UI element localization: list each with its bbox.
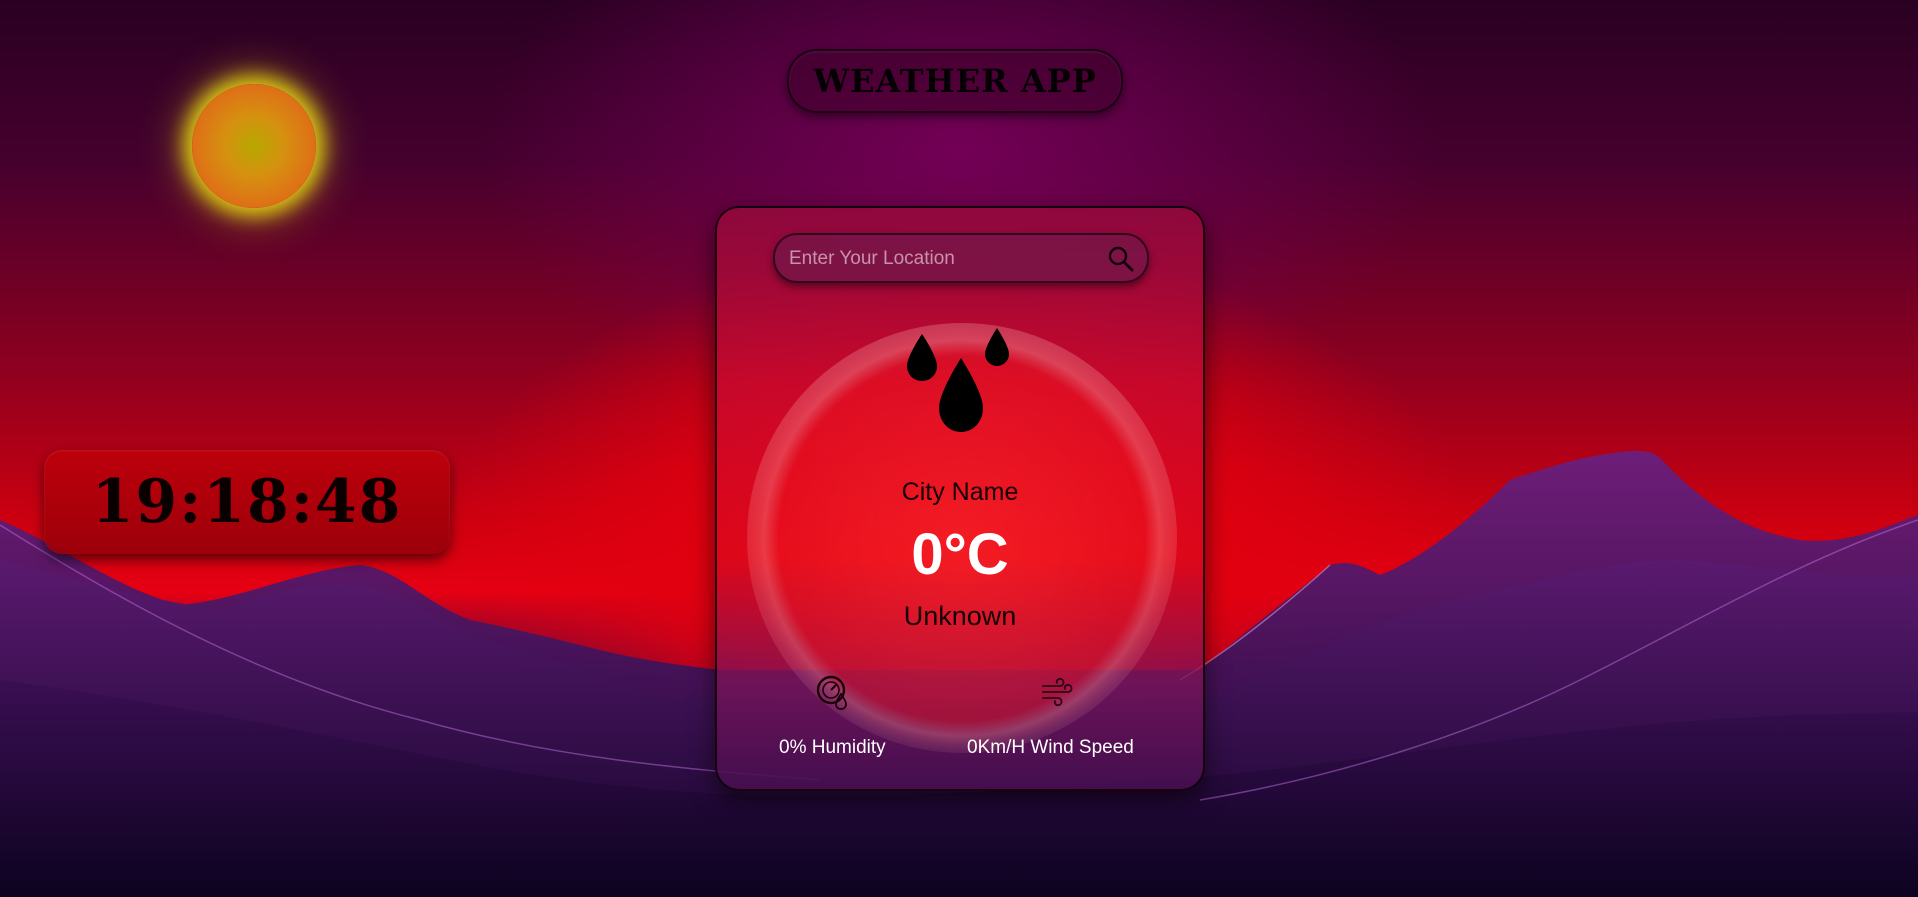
sun-icon	[192, 84, 316, 208]
wind-speed-label: 0Km/H Wind Speed	[967, 737, 1134, 758]
humidity-gauge-icon	[816, 675, 847, 710]
temperature: 0°C	[911, 522, 1009, 587]
city-name: City Name	[901, 478, 1019, 506]
rain-drops-icon	[907, 328, 1009, 432]
app-title: WEATHER APP	[787, 49, 1123, 113]
weather-card: City Name 0°C Unknown 0% Humidity 0Km/H …	[715, 206, 1205, 791]
clock-time: 19:18:48	[44, 450, 450, 554]
search-bar	[773, 233, 1149, 283]
search-icon[interactable]	[1107, 245, 1135, 273]
location-search-input[interactable]	[787, 235, 1101, 283]
weather-condition: Unknown	[903, 601, 1017, 631]
wind-icon	[1042, 677, 1073, 707]
humidity-label: 0% Humidity	[779, 737, 886, 758]
